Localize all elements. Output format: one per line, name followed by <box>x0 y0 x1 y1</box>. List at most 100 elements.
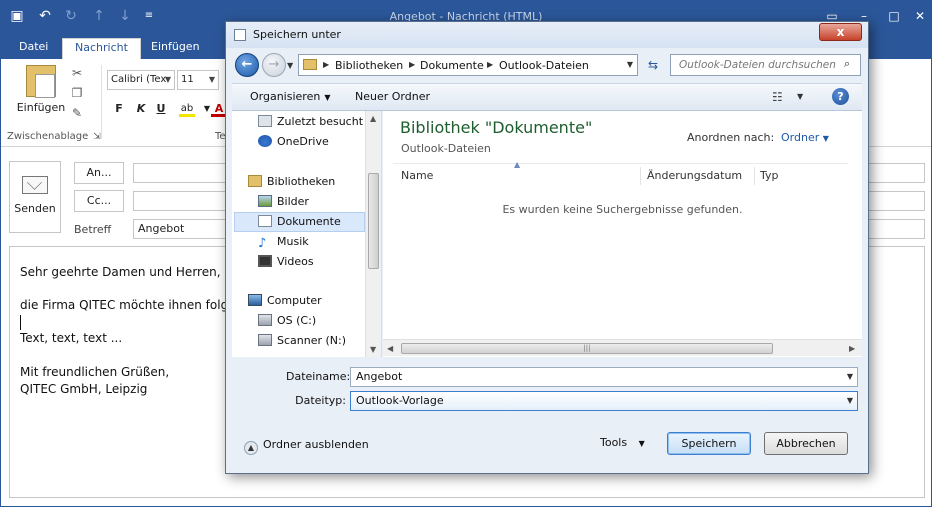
nav-item-label: Zuletzt besucht <box>277 115 364 128</box>
search-placeholder: Outlook-Dateien durchsuchen <box>679 59 836 71</box>
nav-item-scanner-n[interactable]: Scanner (N:) <box>258 334 346 347</box>
tools-button[interactable]: Tools ▼ <box>600 436 645 449</box>
cc-button[interactable]: Cc... <box>74 190 124 212</box>
new-folder-button[interactable]: Neuer Ordner <box>355 90 430 103</box>
chevron-down-icon: ▼ <box>164 75 171 84</box>
nav-item-dokumente[interactable]: Dokumente <box>234 212 365 232</box>
hide-folders-label: Ordner ausblenden <box>263 438 369 451</box>
highlight-icon[interactable]: ab <box>179 101 195 117</box>
view-options-icon[interactable]: ☷ <box>772 90 783 104</box>
bold-button[interactable]: F <box>111 101 127 117</box>
forward-button[interactable]: → <box>262 53 286 77</box>
arrange-by-label: Anordnen nach: <box>687 131 775 144</box>
tab-nachricht[interactable]: Nachricht <box>62 38 141 59</box>
filename-value: Angebot <box>356 370 403 383</box>
save-as-dialog: Speichern unter x ← → ▼ ▶ Bibliotheken ▶… <box>225 21 869 474</box>
breadcrumb-outlook-dateien[interactable]: Outlook-Dateien <box>499 59 589 72</box>
send-button[interactable]: Senden <box>9 161 61 233</box>
nav-item-os-c[interactable]: OS (C:) <box>258 314 316 327</box>
chevron-right-icon[interactable]: ▶ <box>409 60 415 69</box>
chevron-down-icon[interactable]: ▼ <box>847 392 853 410</box>
help-icon[interactable]: ? <box>832 88 849 105</box>
nav-item-computer[interactable]: Computer <box>248 294 322 307</box>
save-button[interactable]: Speichern <box>667 432 751 455</box>
nav-item-videos[interactable]: Videos <box>258 255 314 268</box>
organize-button[interactable]: Organisieren ▼ <box>250 90 330 103</box>
font-size-combo[interactable]: 11 ▼ <box>177 70 219 90</box>
customize-qat-icon[interactable]: ≡ <box>141 8 157 24</box>
dialog-launcher-icon[interactable]: ⇲ <box>89 129 105 145</box>
chevron-down-icon[interactable]: ▼ <box>797 92 803 101</box>
file-list-hscrollbar[interactable]: ◀ ||| ▶ <box>383 339 862 356</box>
arrow-up-icon[interactable]: ↑ <box>91 8 107 24</box>
scroll-up-icon[interactable]: ▲ <box>370 114 376 123</box>
arrow-down-icon[interactable]: ↓ <box>117 8 133 24</box>
tab-datei[interactable]: Datei <box>7 38 60 59</box>
nav-item-zuletzt-besucht[interactable]: Zuletzt besucht <box>258 115 363 128</box>
breadcrumb-bibliotheken[interactable]: Bibliotheken <box>335 59 403 72</box>
to-button[interactable]: An... <box>74 162 124 184</box>
filename-input[interactable]: Angebot ▼ <box>350 367 858 387</box>
sort-indicator-icon: ▲ <box>514 160 521 169</box>
library-title: Bibliothek "Dokumente" <box>400 118 593 137</box>
format-painter-icon[interactable]: ✎ <box>69 105 85 121</box>
column-header-date[interactable]: Änderungsdatum <box>647 169 742 182</box>
paste-button[interactable]: Einfügen <box>15 65 67 123</box>
column-separator[interactable] <box>640 167 641 185</box>
font-name-combo[interactable]: Calibri (Tex ▼ <box>107 70 175 90</box>
chevron-down-icon: ▼ <box>638 439 645 448</box>
nav-item-label: Computer <box>267 294 322 307</box>
undo-icon[interactable]: ↶ <box>37 8 53 24</box>
scroll-down-icon[interactable]: ▼ <box>370 345 376 354</box>
cancel-button[interactable]: Abbrechen <box>764 432 848 455</box>
address-bar[interactable]: ▶ Bibliotheken ▶ Dokumente ▶ Outlook-Dat… <box>298 54 638 76</box>
navigation-pane: Zuletzt besucht OneDrive Bibliotheken Bi… <box>232 111 382 357</box>
dialog-title: Speichern unter <box>253 28 341 41</box>
chevron-right-icon[interactable]: ▶ <box>323 60 329 69</box>
breadcrumb-dokumente[interactable]: Dokumente <box>420 59 484 72</box>
address-dropdown-icon[interactable]: ▼ <box>627 60 633 69</box>
chevron-right-icon[interactable]: ▶ <box>487 60 493 69</box>
filetype-select[interactable]: Outlook-Vorlage ▼ <box>350 391 858 411</box>
recent-locations-chevron-icon[interactable]: ▼ <box>287 61 293 70</box>
cut-icon[interactable]: ✂ <box>69 65 85 81</box>
back-button[interactable]: ← <box>235 53 259 77</box>
nav-item-bibliotheken[interactable]: Bibliotheken <box>248 175 335 188</box>
onedrive-icon <box>258 135 272 147</box>
file-list-scroll-thumb[interactable]: ||| <box>401 343 773 354</box>
nav-item-musik[interactable]: ♪ Musik <box>258 235 309 250</box>
nav-item-onedrive[interactable]: OneDrive <box>258 135 329 148</box>
nav-item-bilder[interactable]: Bilder <box>258 195 309 208</box>
italic-button[interactable]: K <box>133 101 149 117</box>
subject-label: Betreff <box>74 223 112 236</box>
nav-item-label: Videos <box>277 255 314 268</box>
dialog-close-button[interactable]: x <box>819 23 862 41</box>
refresh-icon[interactable]: ⇆ <box>642 54 664 76</box>
nav-item-label: Scanner (N:) <box>277 334 347 347</box>
music-icon: ♪ <box>258 236 267 251</box>
nav-item-label: Bibliotheken <box>267 175 336 188</box>
chevron-down-icon[interactable]: ▼ <box>847 368 853 386</box>
chevron-down-icon: ▼ <box>822 134 829 143</box>
column-header-type[interactable]: Typ <box>760 169 779 182</box>
column-header-name[interactable]: Name <box>401 169 433 182</box>
column-divider <box>393 163 848 164</box>
organize-label: Organisieren <box>250 90 321 103</box>
save-icon[interactable]: ▣ <box>9 8 25 24</box>
tab-einfuegen[interactable]: Einfügen <box>139 38 212 59</box>
scroll-right-icon[interactable]: ▶ <box>849 344 855 353</box>
close-icon[interactable]: ✕ <box>905 7 932 25</box>
videos-icon <box>258 255 272 267</box>
arrange-by-dropdown[interactable]: Ordner ▼ <box>781 131 829 144</box>
nav-item-label: Musik <box>277 235 309 248</box>
column-separator[interactable] <box>754 167 755 185</box>
copy-icon[interactable]: ❐ <box>69 85 85 101</box>
nav-pane-scroll-thumb[interactable] <box>368 173 379 269</box>
hide-folders-button[interactable]: ▲ Ordner ausblenden <box>244 438 369 455</box>
body-line: die Firma QITEC möchte ihnen folgen <box>20 298 244 312</box>
scroll-left-icon[interactable]: ◀ <box>387 344 393 353</box>
redo-icon[interactable]: ↻ <box>63 8 79 24</box>
underline-button[interactable]: U <box>153 101 169 117</box>
search-input[interactable]: Outlook-Dateien durchsuchen ⌕ <box>670 54 861 76</box>
nav-pane-scrollbar[interactable]: ▲ ▼ <box>365 111 381 357</box>
